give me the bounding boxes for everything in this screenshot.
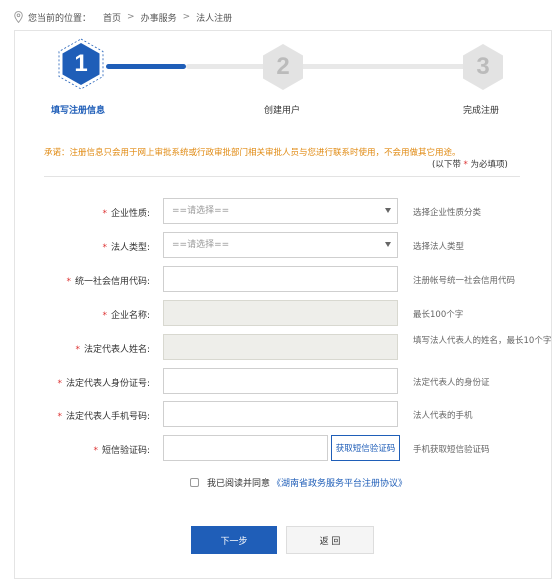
step-2-label: 创建用户 xyxy=(264,106,301,116)
legal-rep-phone-input[interactable] xyxy=(163,401,398,427)
legal-rep-id-hint: 法定代表人的身份证 xyxy=(413,378,490,388)
legal-rep-name-hint: 填写法人代表人的姓名，最长10个字 xyxy=(413,336,552,346)
required-note-star: * xyxy=(463,160,468,170)
credit-code-input[interactable] xyxy=(163,266,398,292)
credit-code-label: * 统一社会信用代码: xyxy=(66,274,150,287)
agreement-text: 我已阅读并同意 xyxy=(207,479,271,489)
legal-rep-phone-label-text: 法定代表人手机号码: xyxy=(65,412,150,422)
legal-rep-name-label-text: 法定代表人姓名: xyxy=(83,345,150,355)
company-name-label: * 企业名称: xyxy=(102,308,150,321)
commitment-notice: 承诺：注册信息只会用于网上审批系统或行政审批部门相关审批人员与您进行联系时使用，… xyxy=(44,148,461,158)
step-2-number: 2 xyxy=(276,53,290,80)
company-name-label-text: 企业名称: xyxy=(110,311,150,321)
required-star: * xyxy=(102,311,107,321)
required-star: * xyxy=(102,209,107,219)
divider xyxy=(44,176,520,177)
step-track xyxy=(186,64,466,69)
sms-code-label-text: 短信验证码: xyxy=(101,446,150,456)
required-note: (以下带 * 为必填项) xyxy=(432,158,508,170)
legal-type-hint: 选择法人类型 xyxy=(413,242,465,252)
sms-code-label: * 短信验证码: xyxy=(93,443,150,456)
required-star: * xyxy=(93,446,98,456)
chevron-down-icon xyxy=(385,208,391,213)
legal-type-label: * 法人类型: xyxy=(102,240,150,253)
legal-type-select-value: ==请选择== xyxy=(172,240,230,250)
next-button[interactable]: 下一步 xyxy=(191,526,277,554)
step-3-label: 完成注册 xyxy=(463,106,500,116)
legal-rep-phone-label: * 法定代表人手机号码: xyxy=(57,409,150,422)
credit-code-hint: 注册帐号统一社会信用代码 xyxy=(413,276,516,286)
enterprise-type-select[interactable]: ==请选择== xyxy=(163,198,398,224)
step-3-number: 3 xyxy=(476,53,490,80)
company-name-hint: 最长100个字 xyxy=(413,310,464,320)
agreement-link[interactable]: 《湖南省政务服务平台注册协议》 xyxy=(272,476,407,489)
legal-rep-name-input[interactable] xyxy=(163,334,398,360)
legal-rep-phone-hint: 法人代表的手机 xyxy=(413,411,473,421)
step-progress: 1 填写注册信息 2 创建用户 3 完成注册 xyxy=(0,0,554,130)
required-star: * xyxy=(102,243,107,253)
enterprise-type-label: * 企业性质: xyxy=(102,206,150,219)
agreement-checkbox[interactable] xyxy=(190,478,199,487)
step-1-number: 1 xyxy=(74,50,88,77)
legal-rep-id-input[interactable] xyxy=(163,368,398,394)
required-note-suffix: 为必填项) xyxy=(470,160,508,170)
required-star: * xyxy=(66,277,71,287)
enterprise-type-hint: 选择企业性质分类 xyxy=(413,208,482,218)
legal-rep-id-label: * 法定代表人身份证号: xyxy=(57,376,150,389)
required-star: * xyxy=(75,345,80,355)
step-1-label: 填写注册信息 xyxy=(51,106,106,116)
required-star: * xyxy=(57,412,62,422)
legal-type-select[interactable]: ==请选择== xyxy=(163,232,398,258)
step-track-active xyxy=(106,64,186,69)
chevron-down-icon xyxy=(385,242,391,247)
enterprise-type-label-text: 企业性质: xyxy=(110,209,150,219)
legal-rep-id-label-text: 法定代表人身份证号: xyxy=(65,379,150,389)
required-note-prefix: (以下带 xyxy=(432,160,461,170)
back-button[interactable]: 返 回 xyxy=(286,526,374,554)
legal-rep-name-label: * 法定代表人姓名: xyxy=(75,342,150,355)
enterprise-type-select-value: ==请选择== xyxy=(172,206,230,216)
sms-code-hint: 手机获取短信验证码 xyxy=(413,445,490,455)
company-name-input[interactable] xyxy=(163,300,398,326)
get-sms-code-button[interactable]: 获取短信验证码 xyxy=(331,435,400,461)
agreement-row: 我已阅读并同意 《湖南省政务服务平台注册协议》 xyxy=(190,476,407,489)
credit-code-label-text: 统一社会信用代码: xyxy=(74,277,150,287)
required-star: * xyxy=(57,379,62,389)
sms-code-input[interactable] xyxy=(163,435,328,461)
legal-type-label-text: 法人类型: xyxy=(110,243,150,253)
